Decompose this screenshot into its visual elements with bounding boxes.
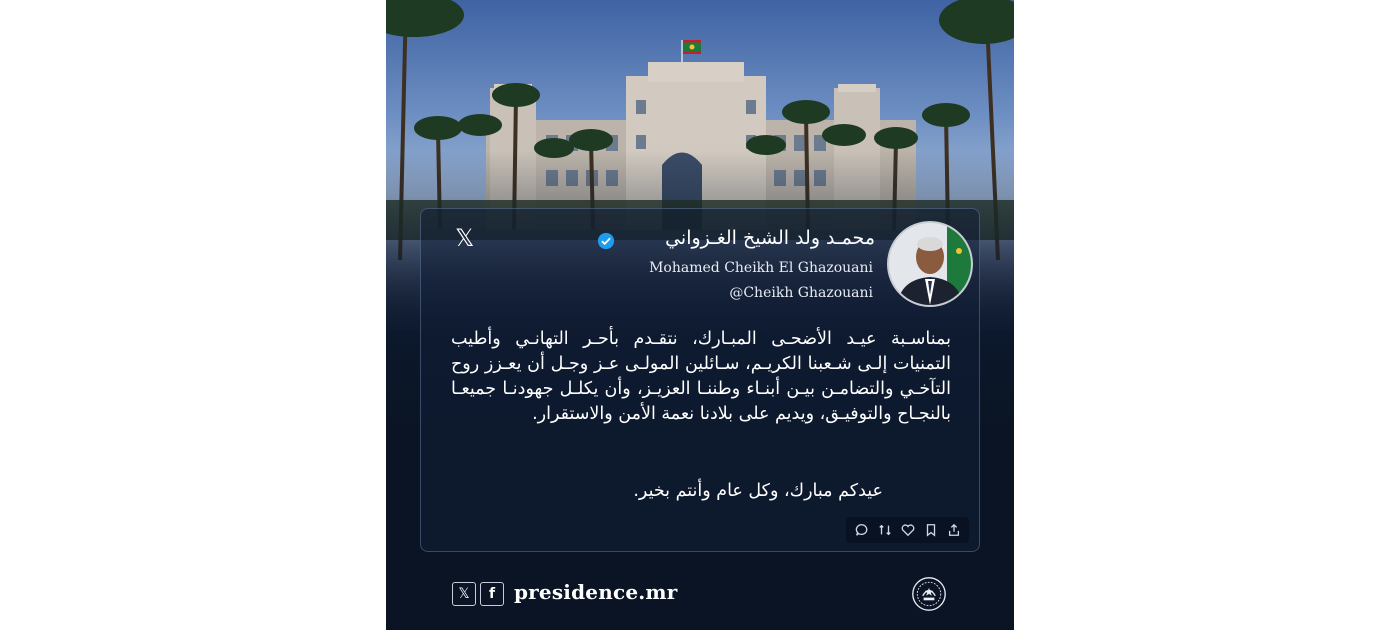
post-graphic: 𝕏 محمـد ولد الشيخ الغـزواني Mohamed Chei…	[386, 0, 1014, 630]
reply-icon[interactable]	[852, 521, 871, 540]
x-logo-icon[interactable]: 𝕏	[455, 226, 477, 250]
avatar[interactable]	[887, 221, 973, 307]
bookmark-icon[interactable]	[921, 521, 940, 540]
tweet-card: 𝕏 محمـد ولد الشيخ الغـزواني Mohamed Chei…	[420, 208, 980, 552]
presidency-seal-icon	[912, 577, 946, 611]
footer-bar: 𝕏 f presidence.mr	[386, 568, 1014, 630]
post-actions-bar	[846, 517, 969, 543]
display-name-arabic[interactable]: محمـد ولد الشيخ الغـزواني	[665, 227, 875, 249]
website-link[interactable]: presidence.mr	[514, 580, 678, 604]
x-icon[interactable]: 𝕏	[452, 582, 476, 606]
display-name-english[interactable]: Mohamed Cheikh El Ghazouani	[649, 260, 873, 276]
post-closing-line: عيدكم مبارك، وكل عام وأنتم بخير.	[633, 481, 883, 501]
like-icon[interactable]	[898, 521, 917, 540]
facebook-icon[interactable]: f	[480, 582, 504, 606]
portrait-image	[889, 223, 971, 305]
verified-badge-icon	[597, 232, 615, 250]
user-handle[interactable]: @Cheikh Ghazouani	[729, 285, 873, 301]
post-body: بمناسـبة عيـد الأضحـى المبـارك، نتقـدم ب…	[451, 329, 951, 424]
repost-icon[interactable]	[875, 521, 894, 540]
share-icon[interactable]	[944, 521, 963, 540]
